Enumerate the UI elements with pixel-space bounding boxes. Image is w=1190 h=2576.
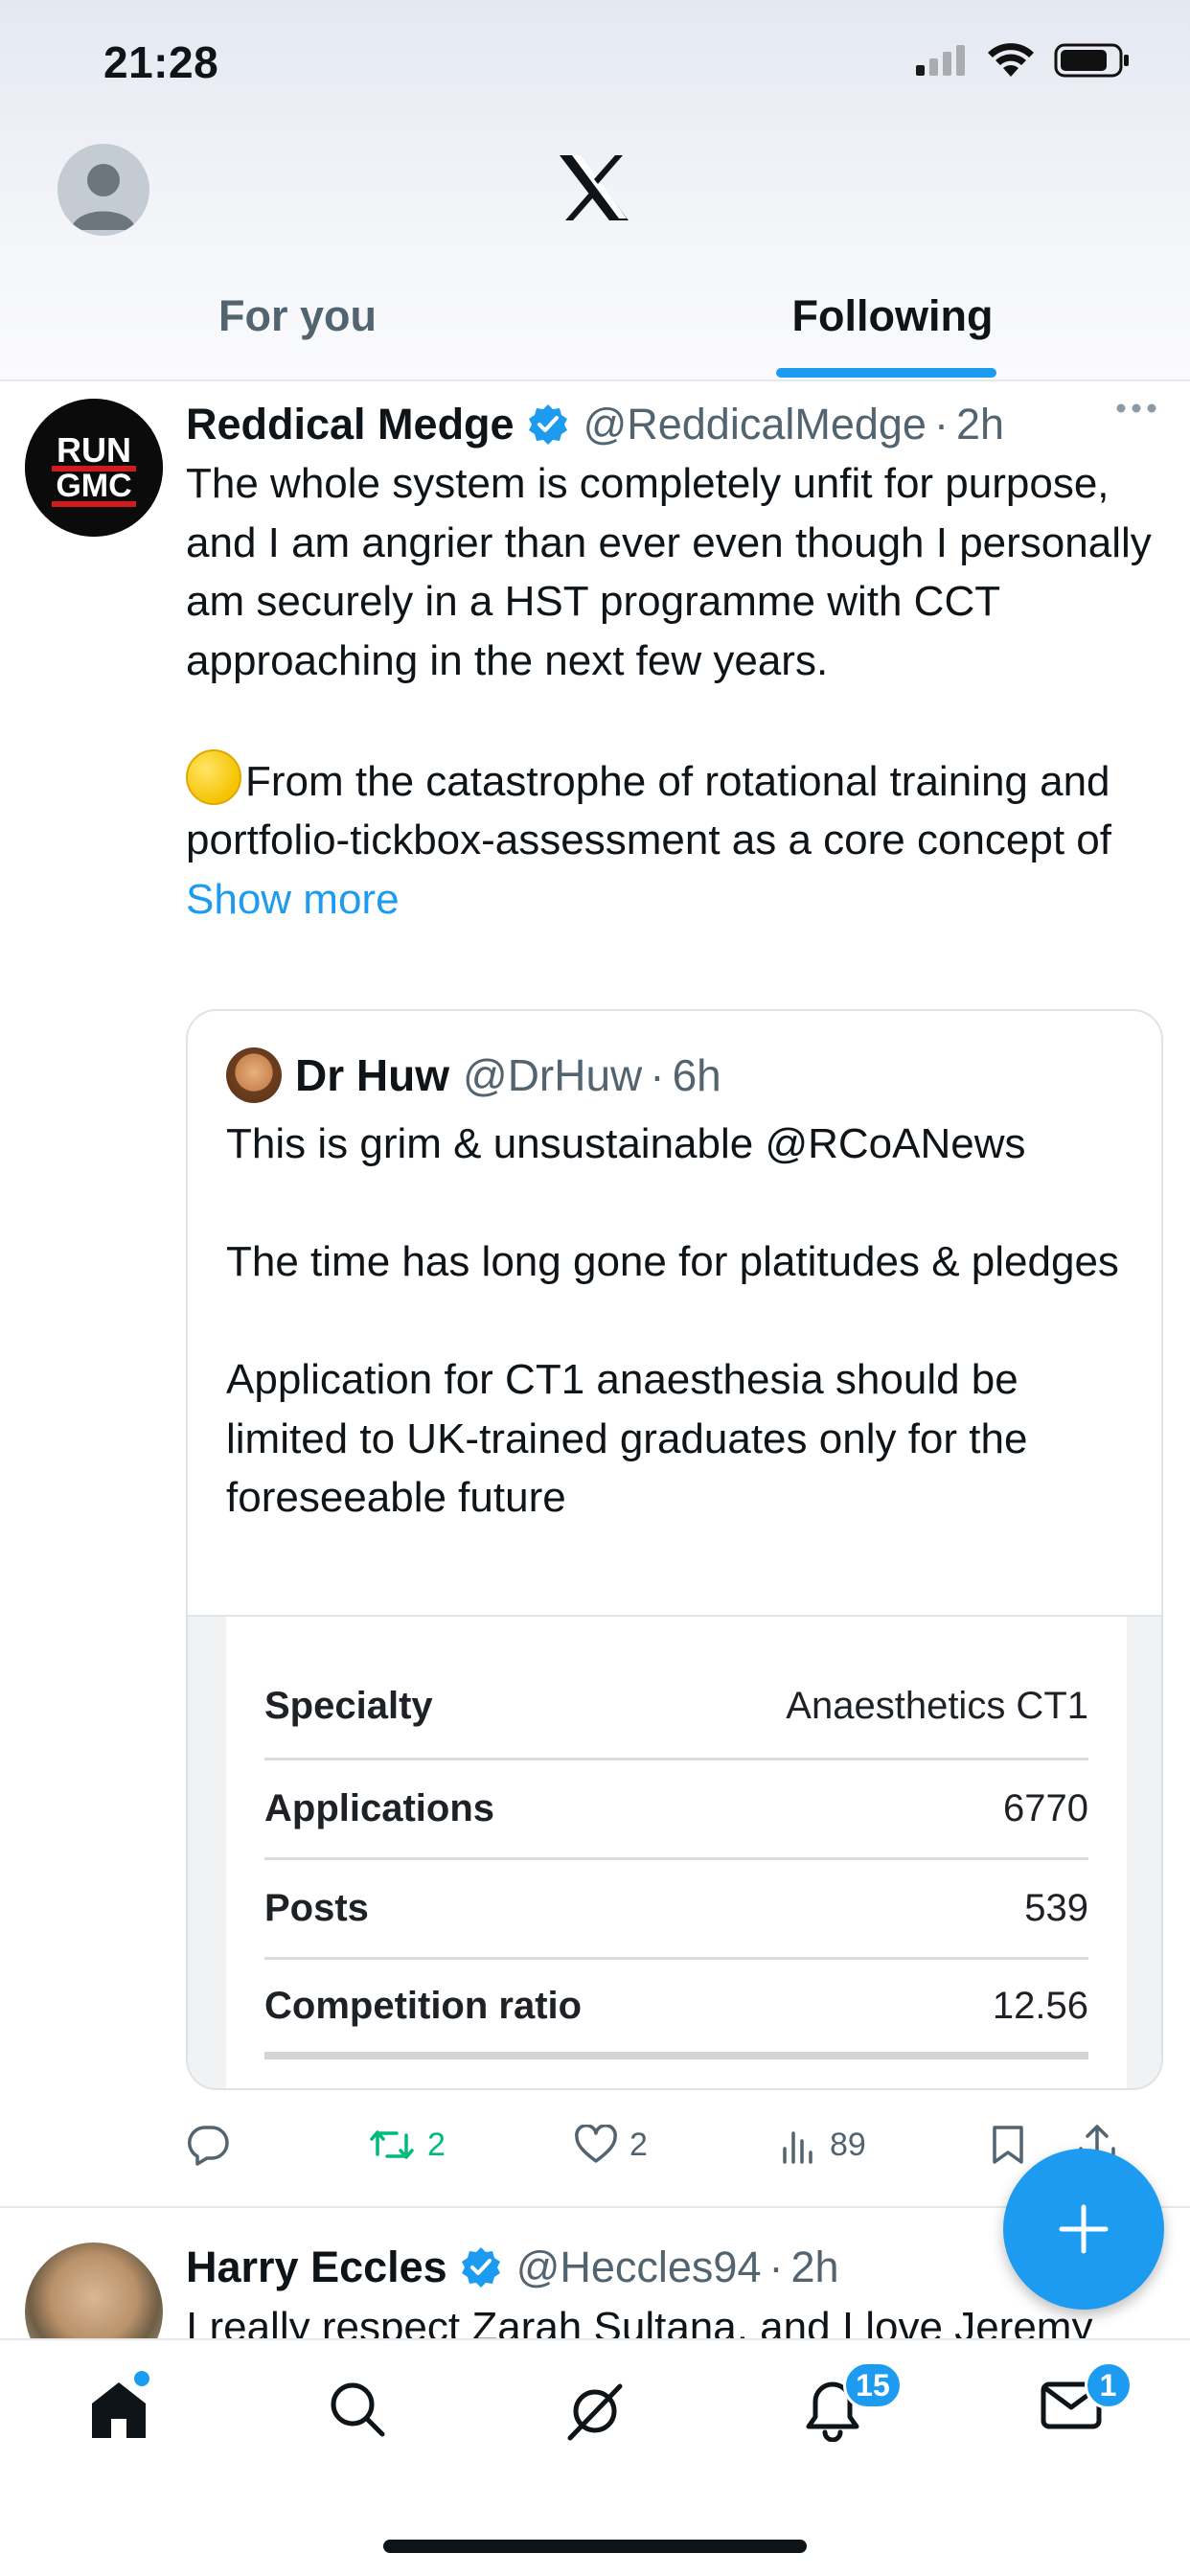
svg-text:RUN: RUN (57, 430, 131, 470)
quote-image[interactable]: Specialty Anaesthetics CT1 Applications … (188, 1615, 1161, 2088)
table-key: Specialty (264, 1685, 433, 1727)
quote-author-handle: @DrHuw (463, 1050, 643, 1100)
table-row: Specialty Anaesthetics CT1 (264, 1617, 1088, 1760)
tweet-text: I really respect Zarah Sultana, and I lo… (186, 2304, 1093, 2338)
show-more-link[interactable]: Show more (186, 876, 400, 923)
quote-header: Dr Huw @DrHuw · 6h (226, 1047, 721, 1103)
tweet-paragraph-2: From the catastrophe of rotational train… (186, 748, 1154, 930)
nav-search[interactable] (238, 2379, 475, 2444)
table-value: 539 (1024, 1887, 1088, 1929)
quote-author-name: Dr Huw (295, 1050, 449, 1100)
retweet-icon (370, 2130, 414, 2159)
tweet-time[interactable]: 2h (956, 400, 1004, 449)
author-avatar[interactable] (25, 2242, 163, 2338)
nav-messages[interactable]: 1 (952, 2361, 1190, 2444)
plus-icon (1059, 2204, 1109, 2254)
retweet-button[interactable]: 2 (368, 2126, 574, 2164)
nav-home[interactable] (0, 2369, 238, 2444)
active-tab-indicator (776, 368, 996, 378)
like-button[interactable]: 2 (574, 2125, 780, 2165)
author-handle[interactable]: @Heccles94 (516, 2242, 762, 2292)
verified-badge-icon (461, 2247, 500, 2288)
cellular-signal-icon (916, 45, 965, 76)
tweet-text: The whole system is completely unfit for… (186, 454, 1154, 929)
table-value: 6770 (1003, 1787, 1088, 1829)
notifications-badge: 15 (843, 2361, 903, 2409)
svg-text:GMC: GMC (56, 468, 131, 504)
nav-grok[interactable] (476, 2379, 714, 2444)
battery-icon (1054, 43, 1129, 78)
author-avatar[interactable]: RUN GMC (25, 399, 163, 537)
bookmark-icon (993, 2126, 1023, 2164)
table-value: Anaesthetics CT1 (786, 1685, 1088, 1727)
views-button[interactable]: 89 (780, 2126, 991, 2164)
table-row: Applications 6770 (264, 1760, 1088, 1860)
quoted-tweet[interactable]: Dr Huw @DrHuw · 6h This is grim & unsust… (186, 1009, 1163, 2090)
quote-line-1: This is grim & unsustainable @RCoANews (226, 1120, 1026, 1167)
quote-line-3: Application for CT1 anaesthesia should b… (226, 1356, 1028, 1521)
heart-icon (575, 2125, 617, 2163)
nav-notifications[interactable]: 15 (714, 2361, 951, 2444)
author-handle[interactable]: @ReddicalMedge (584, 400, 927, 449)
quote-separator-dot: · (650, 1050, 665, 1100)
separator-dot: · (768, 2242, 784, 2291)
retweet-count: 2 (427, 2126, 446, 2163)
yellow-circle-emoji-icon (186, 748, 241, 805)
quote-text: This is grim & unsustainable @RCoANews T… (226, 1115, 1146, 1528)
table-key: Posts (264, 1887, 369, 1929)
tweet-header: Harry Eccles @Heccles94 · 2h (186, 2242, 839, 2292)
views-count: 89 (830, 2126, 866, 2163)
top-header: 21:28 For you Following (0, 0, 1190, 381)
grok-icon (567, 2383, 623, 2441)
tweet-paragraph-2-text: From the catastrophe of rotational train… (186, 757, 1112, 864)
quote-author-avatar (226, 1047, 282, 1103)
reply-icon (188, 2126, 229, 2166)
table-row: Competition ratio 12.56 (264, 1960, 1088, 2059)
search-icon (331, 2382, 385, 2437)
messages-badge: 1 (1084, 2361, 1133, 2409)
reply-button[interactable] (186, 2124, 368, 2166)
more-options-icon[interactable] (1115, 402, 1157, 414)
status-icons (914, 42, 1131, 79)
table-key: Competition ratio (264, 1984, 583, 2027)
separator-dot: · (933, 400, 949, 448)
verified-badge-icon (528, 404, 567, 445)
quote-time: 6h (672, 1050, 721, 1100)
home-indicator-bar (383, 2540, 807, 2553)
table-key: Applications (264, 1787, 495, 1829)
tab-for-you[interactable]: For you (0, 278, 595, 380)
table-row: Posts 539 (264, 1860, 1088, 1960)
tweet-time[interactable]: 2h (791, 2242, 839, 2292)
table-value: 12.56 (992, 1984, 1088, 2027)
compose-button[interactable] (1003, 2149, 1164, 2310)
wifi-icon (988, 43, 1034, 77)
x-logo-icon[interactable] (556, 153, 632, 222)
timeline-tabs: For you Following (0, 278, 1190, 380)
like-count: 2 (629, 2126, 648, 2163)
tweet[interactable]: RUN GMC Reddical Medge @ReddicalMedge · … (0, 381, 1190, 2207)
tweet-header: Reddical Medge @ReddicalMedge · 2h (186, 395, 1161, 454)
profile-avatar[interactable] (57, 144, 149, 236)
views-icon (783, 2131, 812, 2164)
default-user-icon (71, 164, 136, 230)
tweet-paragraph-1: The whole system is completely unfit for… (186, 460, 1152, 684)
home-new-indicator (132, 2369, 151, 2388)
quote-line-2: The time has long gone for platitudes & … (226, 1238, 1119, 1285)
stats-table: Specialty Anaesthetics CT1 Applications … (226, 1617, 1127, 2088)
author-name[interactable]: Reddical Medge (186, 400, 515, 449)
tab-following-label: Following (791, 291, 994, 340)
author-name[interactable]: Harry Eccles (186, 2242, 447, 2292)
tab-for-you-label: For you (218, 291, 377, 340)
tweet-actions: 2 2 89 (186, 2116, 1163, 2174)
tab-following[interactable]: Following (595, 278, 1190, 380)
status-time: 21:28 (103, 37, 219, 87)
run-gmc-logo: RUN GMC (25, 399, 163, 537)
nav-items: 15 1 (0, 2361, 1190, 2444)
